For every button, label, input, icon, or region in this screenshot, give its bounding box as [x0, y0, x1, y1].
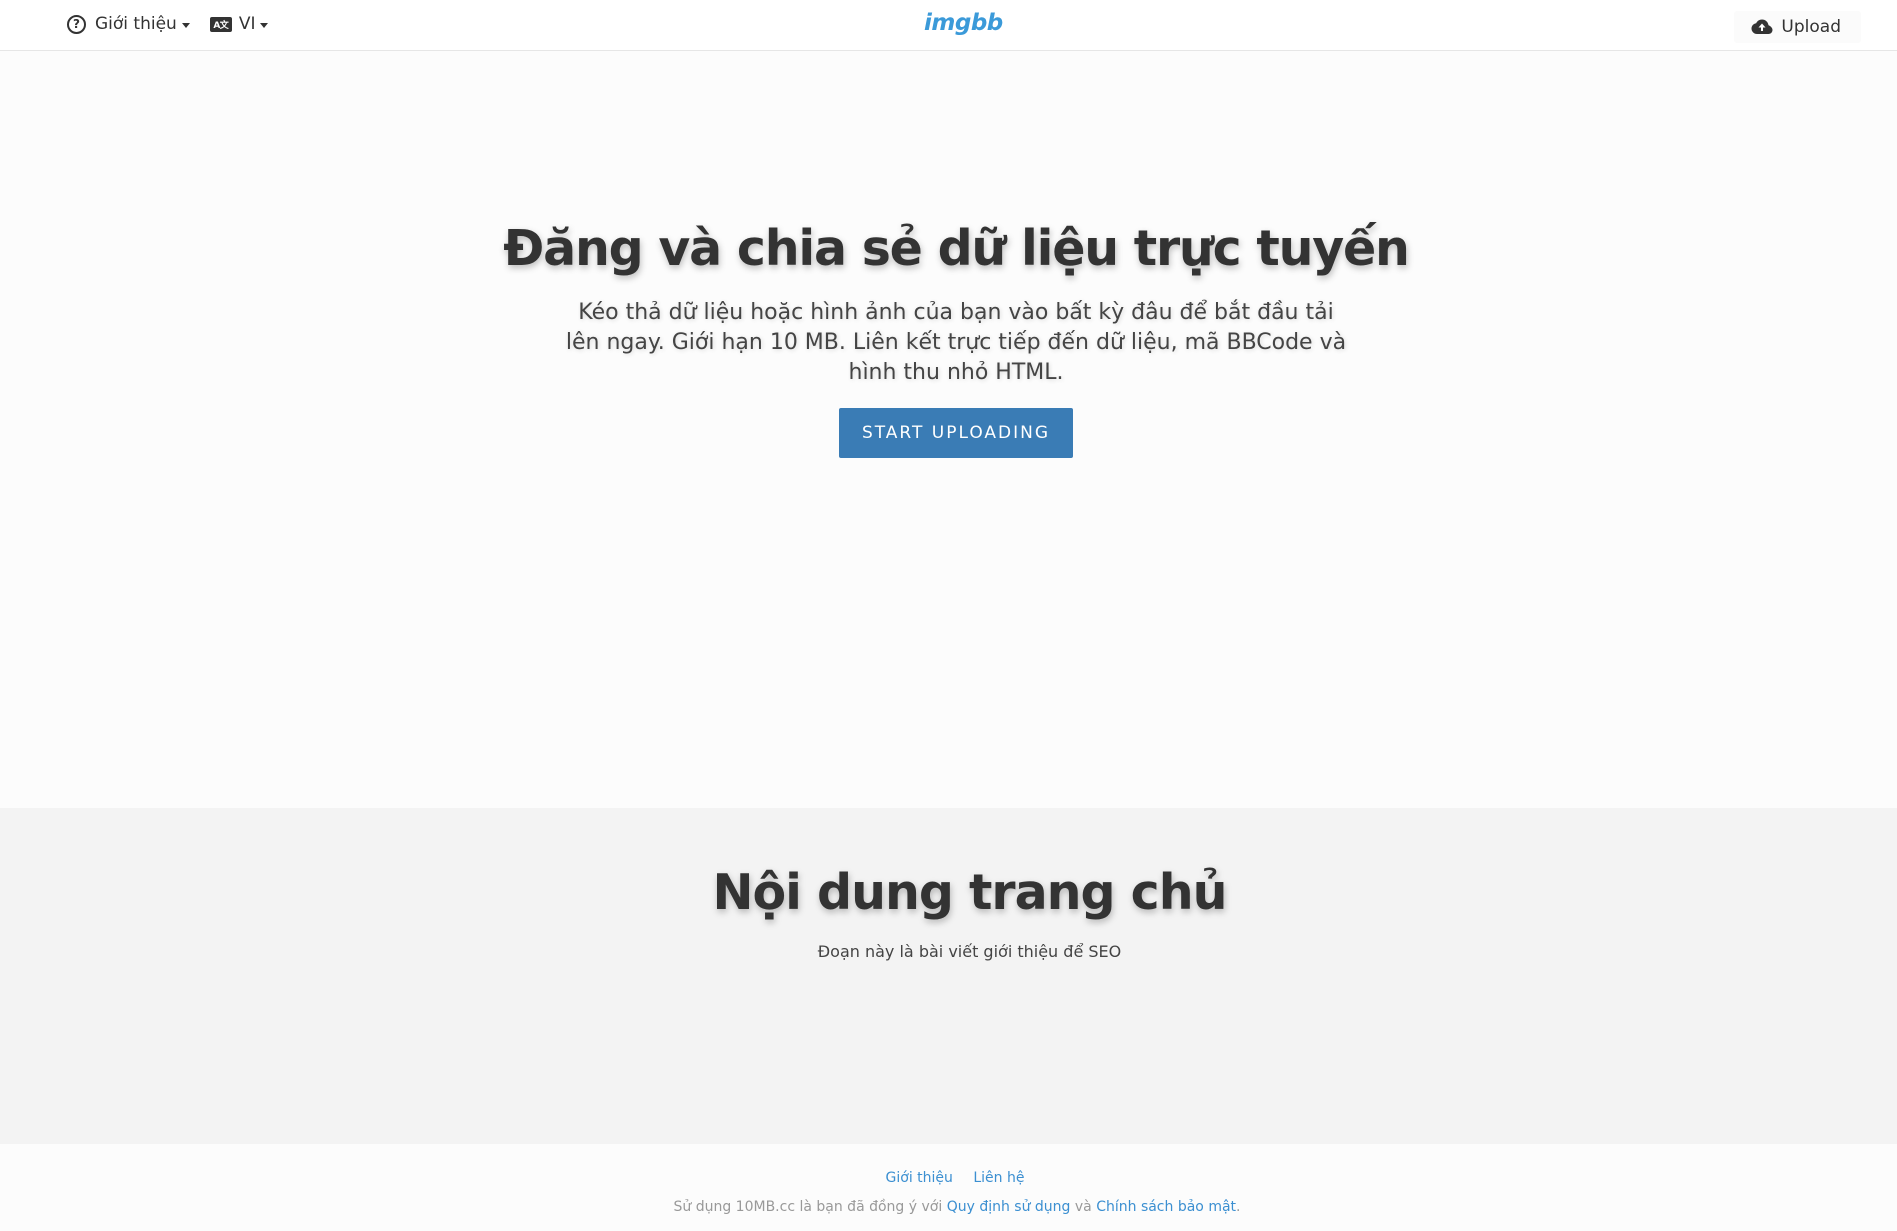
footer-links: Giới thiệu Liên hệ	[0, 1170, 1897, 1186]
legal-and: và	[1070, 1199, 1097, 1215]
logo[interactable]: imgbb	[924, 10, 1003, 36]
language-code: VI	[238, 14, 256, 34]
upload-button[interactable]: Upload	[1734, 11, 1861, 43]
footer-link-contact[interactable]: Liên hệ	[973, 1170, 1024, 1186]
footer-link-about[interactable]: Giới thiệu	[886, 1170, 953, 1186]
cloud-upload-icon	[1751, 19, 1773, 35]
legal-prefix: Sử dụng 10MB.cc là bạn đã đồng ý với	[673, 1199, 947, 1215]
content-title: Nội dung trang chủ	[712, 864, 1228, 921]
start-uploading-button[interactable]: START UPLOADING	[839, 408, 1073, 458]
hero-title: Đăng và chia sẻ dữ liệu trực tuyến	[503, 220, 1410, 277]
content-description: Đoạn này là bài viết giới thiệu để SEO	[817, 942, 1122, 961]
hero-description: Kéo thả dữ liệu hoặc hình ảnh của bạn và…	[565, 300, 1347, 385]
language-menu[interactable]: A文 VI	[209, 14, 269, 34]
terms-link[interactable]: Quy định sử dụng	[947, 1199, 1071, 1215]
caret-down-icon	[181, 22, 190, 28]
footer-legal-text: Sử dụng 10MB.cc là bạn đã đồng ý với Quy…	[0, 1199, 1897, 1215]
content-section: Nội dung trang chủ Đoạn này là bài viết …	[0, 808, 1897, 1144]
hero-section: Đăng và chia sẻ dữ liệu trực tuyến Kéo t…	[0, 52, 1897, 808]
about-menu-label: Giới thiệu	[95, 14, 177, 34]
legal-suffix: .	[1236, 1199, 1241, 1215]
language-icon: A文	[209, 16, 232, 32]
top-left-menu: ? Giới thiệu A文 VI	[67, 14, 288, 34]
about-menu[interactable]: ? Giới thiệu	[67, 14, 190, 34]
caret-down-icon	[260, 22, 269, 28]
help-circle-icon: ?	[67, 14, 86, 34]
privacy-link[interactable]: Chính sách bảo mật	[1096, 1199, 1236, 1215]
upload-button-label: Upload	[1781, 17, 1841, 37]
top-bar: ? Giới thiệu A文 VI imgbb Upload	[0, 0, 1897, 51]
footer: Giới thiệu Liên hệ Sử dụng 10MB.cc là bạ…	[0, 1144, 1897, 1231]
